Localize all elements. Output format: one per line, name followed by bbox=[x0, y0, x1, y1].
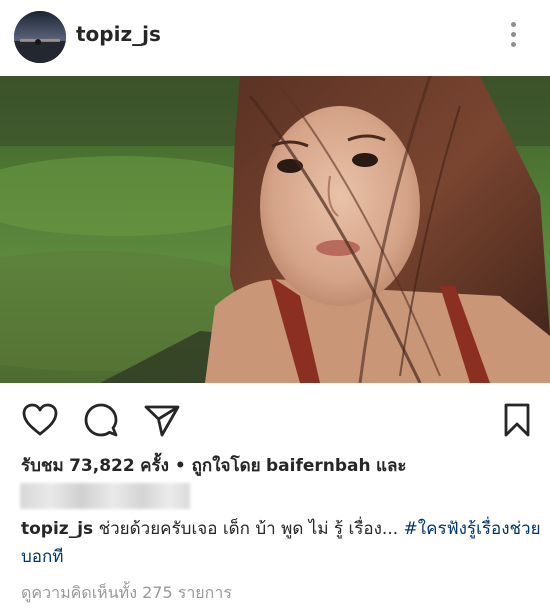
post-image[interactable] bbox=[0, 76, 550, 383]
heart-icon[interactable] bbox=[21, 401, 59, 439]
likes-mid: ครั้ง • ถูกใจโดย bbox=[140, 456, 261, 476]
post-photo bbox=[0, 76, 550, 383]
send-icon[interactable] bbox=[143, 401, 181, 439]
caption-username[interactable]: topiz_js bbox=[21, 519, 93, 539]
view-count: 73,822 bbox=[69, 456, 135, 476]
view-comments-link[interactable]: ดูความคิดเห็นทั้ง 275 รายการ bbox=[21, 581, 232, 606]
username[interactable]: topiz_js bbox=[76, 22, 161, 46]
blurred-text bbox=[20, 483, 190, 509]
likes-prefix: รับชม bbox=[21, 456, 64, 476]
avatar[interactable] bbox=[14, 11, 66, 63]
caption-text: ช่วยด้วยครับเจอ เด็ก บ้า พูด ไม่ รู้ เรื… bbox=[98, 519, 399, 539]
avatar-image bbox=[14, 11, 66, 63]
comment-icon[interactable] bbox=[82, 401, 120, 439]
like-count[interactable]: รับชม 73,822 ครั้ง • ถูกใจโดย baifernbah… bbox=[21, 452, 407, 479]
action-bar bbox=[0, 383, 550, 453]
post-header: topiz_js bbox=[0, 0, 550, 76]
liked-by-user[interactable]: baifernbah bbox=[266, 456, 371, 476]
bookmark-icon[interactable] bbox=[498, 401, 536, 439]
more-vertical-icon[interactable] bbox=[505, 22, 521, 52]
caption: topiz_js ช่วยด้วยครับเจอ เด็ก บ้า พูด ไม… bbox=[21, 515, 541, 571]
likes-suffix: และ bbox=[376, 456, 407, 476]
